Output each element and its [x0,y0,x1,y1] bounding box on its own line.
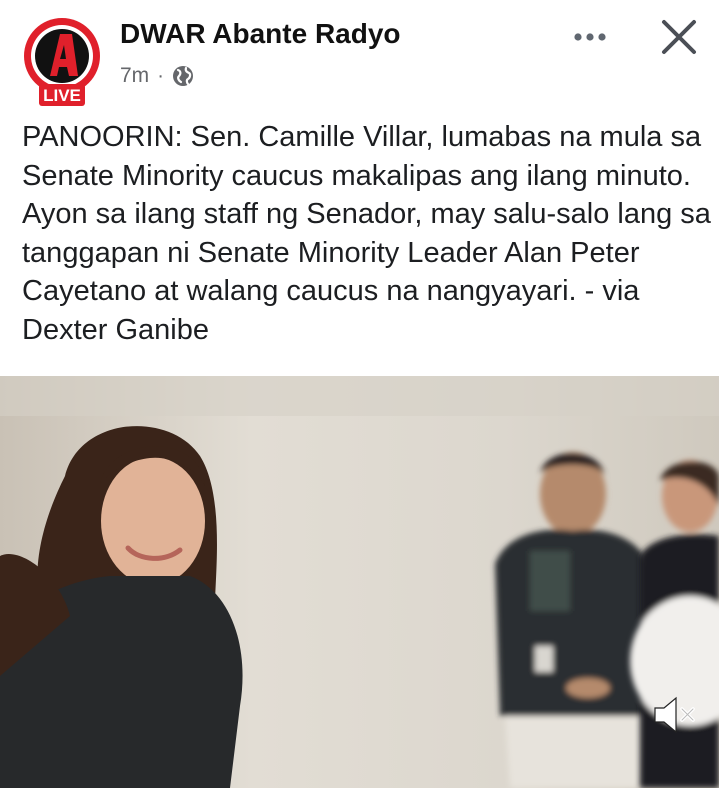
page-avatar[interactable]: LIVE [22,18,104,108]
post-header: LIVE DWAR Abante Radyo 7m · [0,0,719,115]
close-button[interactable] [656,14,702,60]
meta-separator: · [157,64,164,87]
globe-icon [172,65,194,87]
abante-logo: LIVE [24,18,100,106]
mute-toggle-button[interactable] [652,694,700,736]
speaker-muted-icon [654,696,695,734]
video-frame [0,376,719,788]
post-timestamp[interactable]: 7m [120,64,149,88]
post-meta: 7m · [120,64,194,88]
post-text: PANOORIN: Sen. Camille Villar, lumabas n… [22,121,711,346]
more-options-button[interactable] [570,24,614,50]
live-badge-text: LIVE [43,86,81,105]
close-icon [662,20,696,54]
more-horizontal-icon [574,33,606,41]
page-name[interactable]: DWAR Abante Radyo [120,18,401,50]
video-player[interactable] [0,376,719,788]
